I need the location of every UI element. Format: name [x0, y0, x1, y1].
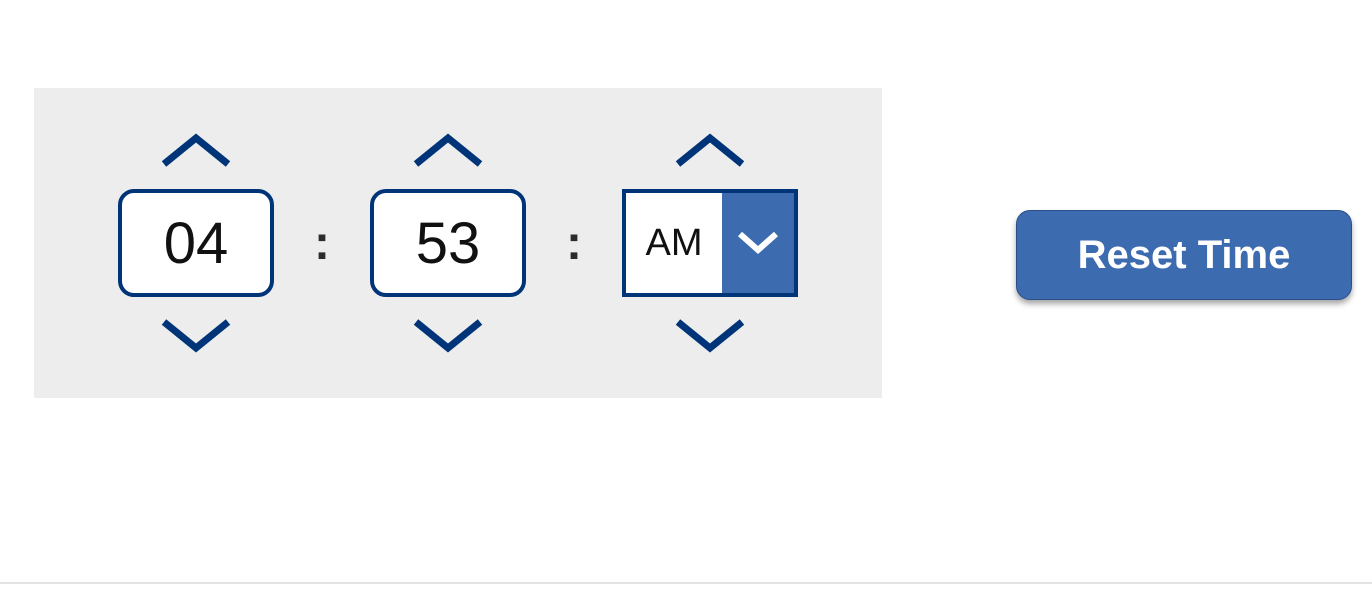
- time-picker-panel: 04 : 53 : AM: [34, 88, 882, 398]
- divider: [0, 582, 1372, 584]
- meridiem-column: AM: [622, 131, 798, 355]
- hour-input[interactable]: 04: [118, 189, 274, 297]
- meridiem-up-button[interactable]: [680, 131, 740, 171]
- chevron-down-icon: [734, 226, 782, 261]
- chevron-down-icon: [408, 314, 488, 356]
- minute-input[interactable]: 53: [370, 189, 526, 297]
- meridiem-down-button[interactable]: [680, 315, 740, 355]
- hour-up-button[interactable]: [166, 131, 226, 171]
- hour-column: 04: [118, 131, 274, 355]
- meridiem-label: AM: [626, 193, 722, 293]
- minute-down-button[interactable]: [418, 315, 478, 355]
- reset-time-button[interactable]: Reset Time: [1016, 210, 1352, 300]
- minute-up-button[interactable]: [418, 131, 478, 171]
- hour-down-button[interactable]: [166, 315, 226, 355]
- chevron-up-icon: [408, 130, 488, 172]
- separator: :: [566, 216, 582, 271]
- separator: :: [314, 216, 330, 271]
- meridiem-select[interactable]: AM: [622, 189, 798, 297]
- minute-column: 53: [370, 131, 526, 355]
- chevron-down-icon: [670, 314, 750, 356]
- chevron-down-icon: [156, 314, 236, 356]
- chevron-up-icon: [670, 130, 750, 172]
- meridiem-dropdown-toggle[interactable]: [722, 193, 794, 293]
- chevron-up-icon: [156, 130, 236, 172]
